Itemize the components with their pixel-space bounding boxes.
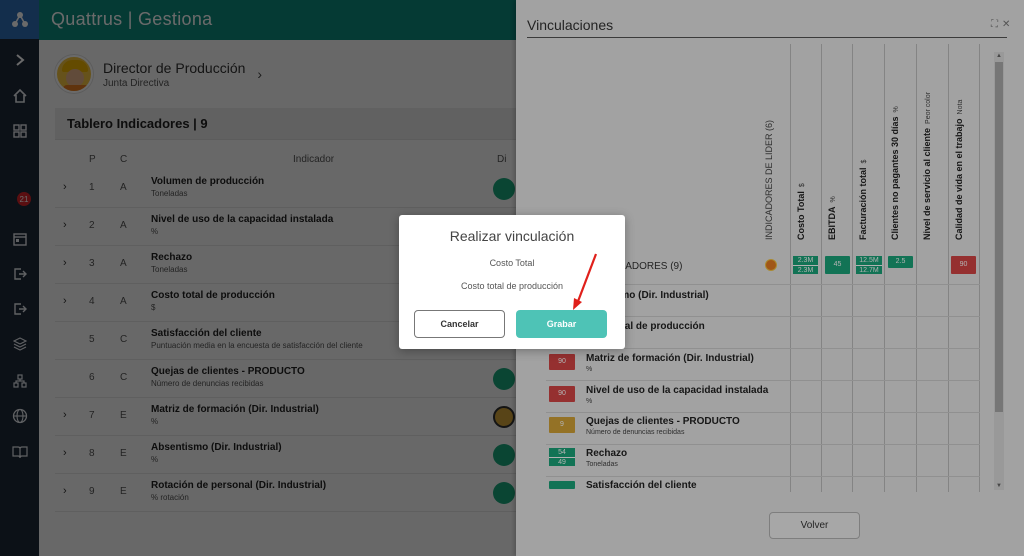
dialog-title: Realizar vinculación: [449, 228, 575, 244]
red-arrow-annotation: [573, 253, 598, 310]
save-button[interactable]: Grabar: [516, 310, 607, 338]
cancel-button[interactable]: Cancelar: [414, 310, 505, 338]
